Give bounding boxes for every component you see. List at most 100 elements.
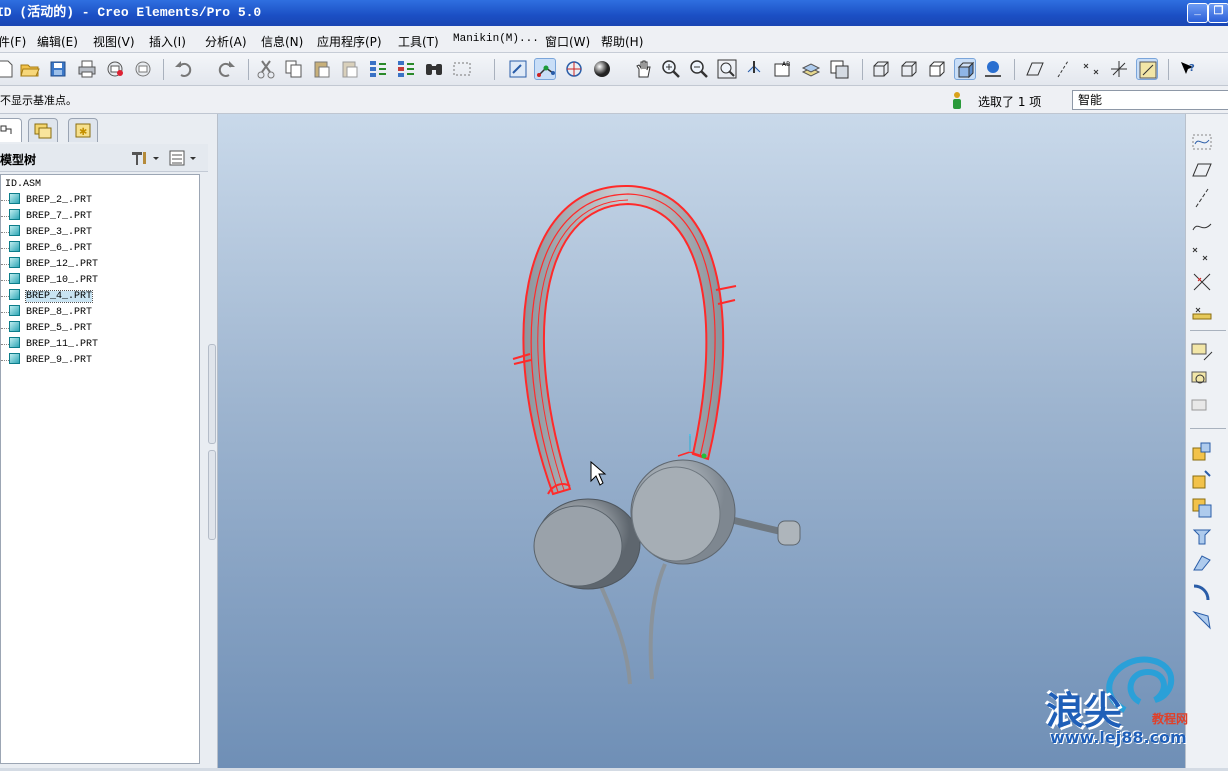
restore-button[interactable]: ❐	[1208, 3, 1228, 23]
menu-bar: 件(F) 编辑(E) 视图(V) 插入(I) 分析(A) 信息(N) 应用程序(…	[0, 26, 1228, 53]
panel-collapse-handle[interactable]	[208, 450, 216, 540]
paste-icon[interactable]	[311, 58, 333, 80]
field-point-icon[interactable]	[1190, 298, 1214, 322]
datum-axes-icon[interactable]	[1052, 58, 1074, 80]
offset-point-icon[interactable]	[1190, 270, 1214, 294]
annotations-toggle-icon[interactable]	[1136, 58, 1158, 80]
shading-icon[interactable]	[954, 58, 976, 80]
tree-show-icon[interactable]	[168, 149, 200, 170]
mail-attach-icon[interactable]	[132, 58, 154, 80]
tree-item[interactable]: BREP_11_.PRT	[0, 337, 98, 351]
main-toolbar: AB ?	[0, 53, 1228, 86]
menu-tools[interactable]: 工具(T)	[398, 33, 439, 50]
shade-sphere-icon[interactable]	[591, 58, 613, 80]
datum-point-icon[interactable]	[1190, 242, 1214, 266]
folder-browser-tab[interactable]	[28, 118, 58, 142]
undo-icon[interactable]	[173, 58, 195, 80]
zoom-out-icon[interactable]	[688, 58, 710, 80]
datum-plane-icon[interactable]	[1190, 158, 1214, 182]
svg-text:✱: ✱	[79, 127, 87, 138]
model-tree-header: 模型树	[0, 144, 208, 172]
datum-planes-icon[interactable]	[1024, 58, 1046, 80]
paste-special-icon[interactable]	[339, 58, 361, 80]
menu-applications[interactable]: 应用程序(P)	[317, 33, 382, 50]
tree-item[interactable]: BREP_7_.PRT	[0, 209, 92, 223]
find-binoculars-icon[interactable]	[423, 58, 445, 80]
cut-icon[interactable]	[255, 58, 277, 80]
datum-axis-icon[interactable]	[1190, 186, 1214, 210]
part-icon	[9, 321, 20, 332]
layers-icon[interactable]	[800, 58, 822, 80]
assemble-icon[interactable]	[1190, 440, 1214, 464]
new-file-icon[interactable]	[0, 58, 16, 80]
tree-item-selected[interactable]: BREP_4_.PRT	[0, 289, 94, 303]
menu-insert[interactable]: 插入(I)	[149, 33, 186, 50]
favorites-tab[interactable]: ✱	[68, 118, 98, 142]
spin-center-icon[interactable]	[534, 58, 556, 80]
refit-icon[interactable]	[716, 58, 738, 80]
tree-item[interactable]: BREP_12_.PRT	[0, 257, 98, 271]
no-hidden-icon[interactable]	[926, 58, 948, 80]
reorient-icon[interactable]	[744, 58, 766, 80]
round-icon[interactable]	[1190, 552, 1214, 576]
menu-file[interactable]: 件(F)	[0, 33, 26, 50]
csys-icon[interactable]	[1190, 340, 1214, 364]
open-folder-icon[interactable]	[19, 58, 41, 80]
chamfer-icon[interactable]	[1190, 580, 1214, 604]
svg-text:AB: AB	[782, 61, 790, 68]
draft-icon[interactable]	[1190, 608, 1214, 632]
zoom-in-icon[interactable]	[660, 58, 682, 80]
orient-icon[interactable]	[563, 58, 585, 80]
hidden-line-icon[interactable]	[898, 58, 920, 80]
tree-item[interactable]: BREP_5_.PRT	[0, 321, 92, 335]
menu-info[interactable]: 信息(N)	[261, 33, 303, 50]
panel-resize-handle[interactable]	[208, 344, 216, 444]
sketch-icon[interactable]	[1190, 130, 1214, 154]
reference-feature-icon[interactable]	[1190, 396, 1214, 420]
tree-root-assembly[interactable]: ID.ASM	[5, 179, 41, 190]
select-box-icon[interactable]	[451, 58, 473, 80]
menu-analysis[interactable]: 分析(A)	[205, 33, 247, 50]
part-icon	[9, 241, 20, 252]
tree-item[interactable]: BREP_9_.PRT	[0, 353, 92, 367]
datum-curve-icon[interactable]	[1190, 214, 1214, 238]
model-tree-tab[interactable]	[0, 118, 22, 142]
regenerate-icon[interactable]	[367, 58, 389, 80]
tree-item[interactable]: BREP_2_.PRT	[0, 193, 92, 207]
svg-text:?: ?	[1189, 63, 1195, 74]
menu-edit[interactable]: 编辑(E)	[37, 33, 78, 50]
analysis-feature-icon[interactable]	[1190, 368, 1214, 392]
coord-systems-icon[interactable]	[1108, 58, 1130, 80]
send-mail-icon[interactable]	[104, 58, 126, 80]
tree-item[interactable]: BREP_3_.PRT	[0, 225, 92, 239]
minimize-button[interactable]: _	[1187, 3, 1208, 23]
pattern-icon[interactable]	[1190, 524, 1214, 548]
datum-points-icon[interactable]	[1080, 58, 1102, 80]
pan-hand-icon[interactable]	[632, 58, 654, 80]
tree-item[interactable]: BREP_10_.PRT	[0, 273, 98, 287]
tree-settings-icon[interactable]	[129, 149, 161, 170]
saved-views-icon[interactable]: AB	[772, 58, 794, 80]
watermark-tag: 教程网	[1152, 712, 1189, 726]
model-tree-display-icon[interactable]	[982, 58, 1004, 80]
repeat-icon[interactable]	[1190, 496, 1214, 520]
view-manager-icon[interactable]	[828, 58, 850, 80]
menu-help[interactable]: 帮助(H)	[601, 33, 643, 50]
print-icon[interactable]	[76, 58, 98, 80]
redo-icon[interactable]	[215, 58, 237, 80]
part-icon	[9, 353, 20, 364]
menu-manikin[interactable]: Manikin(M)...	[453, 33, 539, 45]
selection-filter-dropdown[interactable]: 智能	[1072, 90, 1228, 110]
tree-item[interactable]: BREP_6_.PRT	[0, 241, 92, 255]
menu-window[interactable]: 窗口(W)	[545, 33, 590, 50]
tree-item[interactable]: BREP_8_.PRT	[0, 305, 92, 319]
repaint-icon[interactable]	[507, 58, 529, 80]
menu-view[interactable]: 视图(V)	[93, 33, 135, 50]
copy-icon[interactable]	[283, 58, 305, 80]
whats-this-icon[interactable]: ?	[1177, 58, 1199, 80]
regen-manager-icon[interactable]	[395, 58, 417, 80]
create-component-icon[interactable]	[1190, 468, 1214, 492]
save-icon[interactable]	[47, 58, 69, 80]
part-icon	[9, 193, 20, 204]
wireframe-icon[interactable]	[870, 58, 892, 80]
